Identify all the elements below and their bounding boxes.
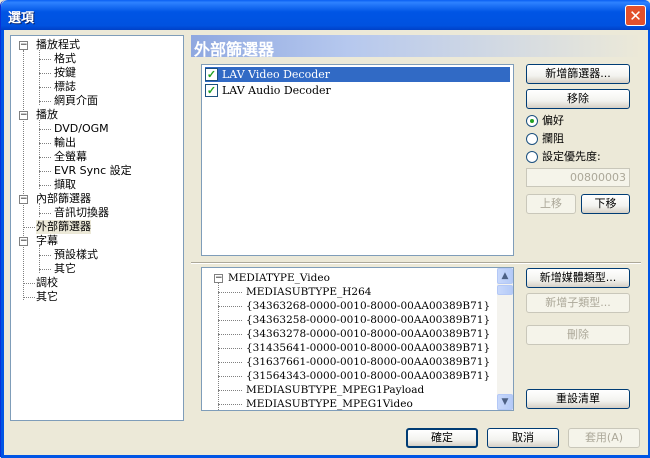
tree-item-internal-filters[interactable]: 內部篩選器 (36, 192, 91, 206)
tree-item-formats[interactable]: 格式 (54, 52, 76, 66)
filter-item[interactable]: ✓ LAV Video Decoder (205, 67, 510, 82)
move-up-button[interactable]: 上移 (526, 194, 576, 214)
media-subtype-item[interactable]: {34363268-0000-0010-8000-00AA00389B71} (246, 299, 490, 313)
tree-item-fullscreen[interactable]: 全螢幕 (54, 150, 87, 164)
external-filter-list[interactable]: ✓ LAV Video Decoder ✓ LAV Audio Decoder (201, 64, 514, 256)
add-filter-button[interactable]: 新增篩選器... (526, 64, 630, 84)
media-subtype-item[interactable]: {31435641-0000-0010-8000-00AA00389B71} (246, 341, 490, 355)
tree-item-output[interactable]: 輸出 (54, 136, 76, 150)
collapse-icon[interactable]: − (214, 274, 223, 283)
scroll-thumb[interactable] (497, 285, 513, 295)
window-frame-left (1, 30, 4, 458)
add-subtype-button[interactable]: 新增子類型... (526, 293, 630, 313)
options-dialog: 選項 ✕ − 播放程式 格式 按鍵 標誌 網頁介面 − 播放 DVD/OGM 輸… (0, 0, 650, 458)
media-subtype-item[interactable]: MEDIASUBTYPE_MPEG1Payload (246, 383, 424, 397)
vertical-scrollbar[interactable]: ▲ ▼ (497, 268, 513, 410)
close-icon: ✕ (629, 7, 642, 25)
tree-item-evr-sync[interactable]: EVR Sync 設定 (54, 164, 132, 178)
radio-icon (526, 133, 538, 145)
radio-icon (526, 151, 538, 163)
arrow-down-icon[interactable]: ▼ (497, 394, 513, 410)
collapse-icon[interactable]: − (19, 41, 28, 50)
media-subtype-item[interactable]: MEDIASUBTYPE_MPEG1Video (246, 397, 413, 410)
close-button[interactable]: ✕ (625, 5, 646, 26)
tree-item-capture[interactable]: 擷取 (54, 178, 76, 192)
add-media-type-button[interactable]: 新增媒體類型... (526, 268, 630, 288)
media-subtype-item[interactable]: MEDIASUBTYPE_H264 (246, 285, 371, 299)
apply-button[interactable]: 套用(A) (568, 428, 640, 448)
tree-item-default-style[interactable]: 預設樣式 (54, 248, 98, 262)
tree-item-player[interactable]: 播放程式 (36, 38, 80, 52)
cancel-button[interactable]: 取消 (487, 428, 559, 448)
collapse-icon[interactable]: − (19, 237, 28, 246)
checkmark-icon[interactable]: ✓ (205, 68, 218, 81)
title-bar[interactable]: 選項 ✕ (1, 0, 650, 30)
ok-button[interactable]: 確定 (406, 428, 478, 448)
tree-item-dvd-ogm[interactable]: DVD/OGM (54, 122, 109, 136)
filter-label: LAV Audio Decoder (222, 84, 331, 97)
tree-item-tweaks[interactable]: 調校 (36, 276, 58, 290)
arrow-up-icon[interactable]: ▲ (497, 268, 513, 284)
collapse-icon[interactable]: − (19, 195, 28, 204)
tree-item-keys[interactable]: 按鍵 (54, 66, 76, 80)
options-tree[interactable]: − 播放程式 格式 按鍵 標誌 網頁介面 − 播放 DVD/OGM 輸出 全螢幕… (10, 35, 184, 421)
tree-item-web-interface[interactable]: 網頁介面 (54, 94, 98, 108)
media-subtype-item[interactable]: {31637661-0000-0010-8000-00AA00389B71} (246, 355, 490, 369)
tree-item-misc[interactable]: 其它 (36, 290, 58, 304)
panel-header: 外部篩選器 (191, 35, 641, 59)
media-type-tree[interactable]: − MEDIATYPE_Video MEDIASUBTYPE_H264 {343… (201, 267, 514, 411)
tree-item-audio-switcher[interactable]: 音訊切換器 (54, 206, 109, 220)
tree-item-playback[interactable]: 播放 (36, 108, 58, 122)
media-subtype-item[interactable]: {34363278-0000-0010-8000-00AA00389B71} (246, 327, 490, 341)
radio-label: 偏好 (542, 114, 564, 127)
checkmark-icon[interactable]: ✓ (205, 84, 218, 97)
radio-selected-icon (526, 115, 538, 127)
tree-item-logo[interactable]: 標誌 (54, 80, 76, 94)
priority-input[interactable]: 00800003 (526, 168, 630, 187)
media-subtype-item[interactable]: {31564343-0000-0010-8000-00AA00389B71} (246, 369, 490, 383)
reset-list-button[interactable]: 重設清單 (526, 389, 630, 409)
window-title: 選項 (8, 11, 35, 26)
media-subtype-item[interactable]: {34363258-0000-0010-8000-00AA00389B71} (246, 313, 490, 327)
collapse-icon[interactable]: − (19, 111, 28, 120)
remove-button[interactable]: 移除 (526, 89, 630, 109)
radio-label: 設定優先度: (542, 150, 601, 163)
delete-button[interactable]: 刪除 (526, 325, 630, 345)
separator (191, 262, 641, 264)
filter-label: LAV Video Decoder (222, 68, 331, 81)
tree-item-subtitles[interactable]: 字幕 (36, 234, 58, 248)
tree-item-external-filters[interactable]: 外部篩選器 (36, 220, 91, 234)
panel-title: 外部篩選器 (194, 40, 275, 59)
radio-label: 攔阻 (542, 132, 564, 145)
media-type-root[interactable]: MEDIATYPE_Video (228, 271, 330, 285)
move-down-button[interactable]: 下移 (581, 194, 630, 214)
tree-item-subtitles-misc[interactable]: 其它 (54, 262, 76, 276)
